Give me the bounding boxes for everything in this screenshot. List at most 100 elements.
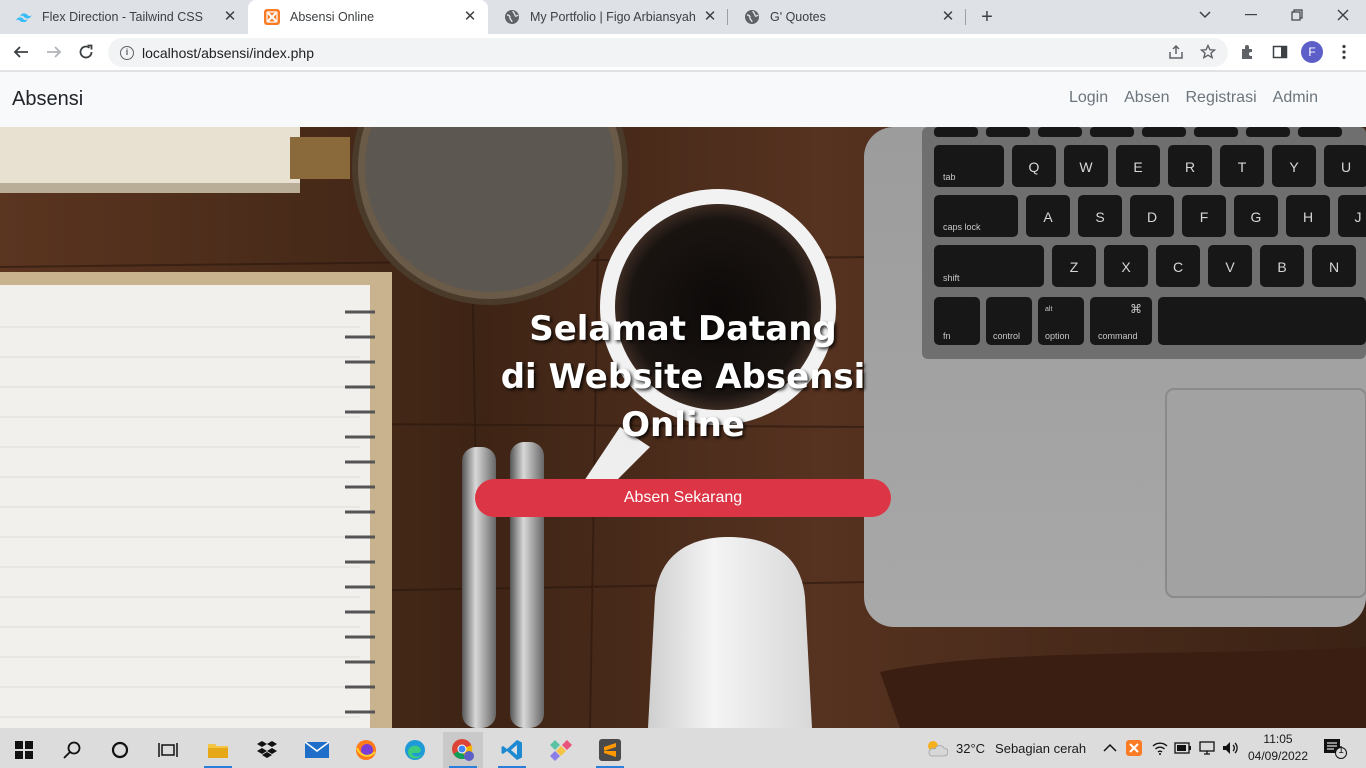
tab-separator [965,9,966,25]
profile-avatar[interactable]: F [1301,41,1323,63]
monitor-icon [1199,741,1215,755]
windows-logo-icon [15,741,33,759]
firefox-button[interactable] [346,732,386,768]
extensions-button[interactable] [1238,42,1258,62]
key-label: Q [1029,159,1040,175]
nav-link-admin[interactable]: Admin [1273,89,1318,107]
tab-search-button[interactable] [1182,0,1228,30]
key-label: X [1121,259,1131,275]
key-label: D [1147,209,1157,225]
close-icon[interactable]: ✕ [462,9,478,25]
restore-button[interactable] [1274,0,1320,30]
xampp-icon [1126,740,1142,756]
nav-link-registrasi[interactable]: Registrasi [1186,89,1257,107]
vscode-button[interactable] [492,732,532,768]
web-page: Absensi Login Absen Registrasi Admin Q W… [0,72,1366,728]
absen-sekarang-button[interactable]: Absen Sekarang [475,479,891,517]
navbar-brand[interactable]: Absensi [12,88,83,111]
mail-button[interactable] [297,732,337,768]
key-label: alt [1045,306,1052,313]
address-bar[interactable]: i localhost/absensi/index.php [108,38,1228,67]
speaker-icon [1223,742,1238,754]
notification-center-button[interactable]: 1 [1322,728,1348,768]
hero-section: Q W E R T Y U A S D F G H J Z X C V B N [0,127,1366,728]
key-label: H [1303,209,1313,225]
edge-button[interactable] [395,732,435,768]
chrome-button[interactable] [443,732,483,768]
show-hidden-icons-button[interactable] [1103,728,1117,768]
key-label: J [1355,209,1362,225]
site-info-icon[interactable]: i [120,45,134,60]
back-button[interactable] [8,39,34,65]
bookmark-button[interactable] [1198,42,1218,62]
tab-absensi-online[interactable]: Absensi Online ✕ [248,0,488,34]
weather-widget[interactable]: 32°C Sebagian cerah [924,728,1086,768]
start-button[interactable] [4,732,44,768]
key-label: N [1329,259,1339,275]
star-icon [1200,44,1216,60]
url-text: localhost/absensi/index.php [142,44,315,61]
sublime-text-button[interactable] [590,732,630,768]
git-client-button[interactable] [541,732,581,768]
close-icon[interactable]: ✕ [702,9,718,25]
volume-button[interactable] [1222,728,1240,768]
wifi-icon [1152,742,1168,755]
notification-count: 1 [1338,745,1344,756]
forward-button[interactable] [41,39,67,65]
share-icon [1169,44,1183,59]
browser-tab-strip: Flex Direction - Tailwind CSS ✕ Absensi … [0,0,1366,34]
key-label: C [1173,259,1183,275]
reload-button[interactable] [73,39,99,65]
battery-button[interactable] [1174,728,1192,768]
dropbox-button[interactable] [247,732,287,768]
new-tab-button[interactable]: + [976,6,998,28]
task-view-button[interactable] [148,732,188,768]
key-label: command [1098,331,1138,341]
tab-flex-direction[interactable]: Flex Direction - Tailwind CSS ✕ [0,0,248,34]
chrome-icon [452,739,474,761]
network-button[interactable] [1152,728,1168,768]
cortana-icon [111,741,129,759]
device-button[interactable] [1199,728,1215,768]
system-clock[interactable]: 11:05 04/09/2022 [1246,731,1310,765]
xampp-tray-button[interactable] [1126,728,1142,768]
key-label: Z [1070,259,1079,275]
tab-my-portfolio[interactable]: My Portfolio | Figo Arbiansyah ✕ [488,0,728,34]
minimize-button[interactable] [1228,0,1274,30]
key-label: ⌘ [1130,302,1142,316]
cortana-button[interactable] [100,732,140,768]
windows-taskbar: 32°C Sebagian cerah 11:05 04/09/2022 1 [0,728,1366,768]
clock-time: 11:05 [1263,732,1293,746]
chevron-down-icon [1199,11,1211,19]
close-icon[interactable]: ✕ [222,9,238,25]
search-button[interactable] [52,732,92,768]
key-label: V [1225,259,1235,275]
browser-menu-button[interactable] [1334,42,1354,62]
key-label: control [993,331,1020,341]
clock-date: 04/09/2022 [1247,749,1309,763]
key-label: caps lock [943,222,981,232]
tab-g-quotes[interactable]: G' Quotes ✕ [728,0,966,34]
key-label: shift [943,273,960,283]
partly-sunny-icon [928,741,948,757]
key-label: T [1238,159,1247,175]
weather-description: Sebagian cerah [995,740,1087,756]
side-panel-button[interactable] [1270,42,1290,62]
mail-icon [305,741,329,758]
key-label: R [1185,159,1195,175]
nav-link-absen[interactable]: Absen [1124,89,1169,107]
search-icon [63,741,81,759]
file-explorer-button[interactable] [198,732,238,768]
puzzle-icon [1242,45,1252,59]
close-window-button[interactable] [1320,0,1366,30]
nav-link-login[interactable]: Login [1069,89,1108,107]
key-label: E [1133,159,1142,175]
key-label: A [1043,209,1053,225]
restore-icon [1291,9,1303,21]
tab-title: My Portfolio | Figo Arbiansyah [530,10,696,24]
share-button[interactable] [1166,42,1186,62]
close-icon[interactable]: ✕ [940,9,956,25]
tab-title: G' Quotes [770,10,826,24]
reload-icon [79,44,93,59]
globe-icon [744,9,760,25]
